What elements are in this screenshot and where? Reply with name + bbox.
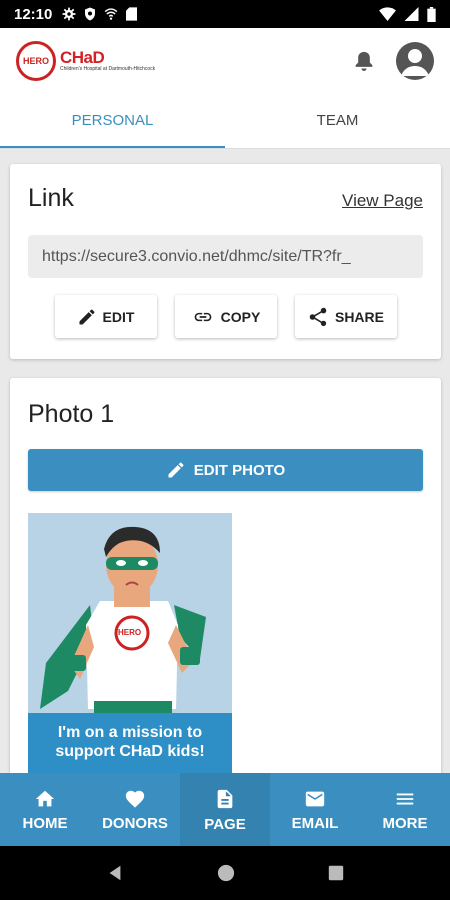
nav-more-label: MORE — [382, 814, 428, 832]
signal-icon — [404, 7, 419, 21]
share-button-label: SHARE — [334, 308, 384, 325]
share-button[interactable]: SHARE — [294, 295, 397, 338]
hero-photo[interactable]: HERO I'm on a mission to support CHaD ki… — [28, 513, 232, 783]
photo-card-title: Photo 1 — [28, 400, 115, 428]
heart-icon — [125, 790, 145, 808]
view-page-link[interactable]: View Page — [342, 191, 423, 211]
page-icon — [217, 789, 233, 808]
nav-home-label: HOME — [22, 814, 68, 832]
email-icon — [305, 791, 325, 806]
tab-personal[interactable]: PERSONAL — [0, 93, 225, 148]
nav-donors[interactable]: DONORS — [90, 773, 180, 846]
system-nav-bar — [0, 846, 450, 900]
banner-line-2: support CHaD kids! — [55, 743, 205, 761]
link-icon — [194, 312, 211, 321]
app-header: HERO CHaD Children's Hospital at Dartmou… — [0, 28, 450, 93]
back-icon[interactable] — [106, 864, 124, 882]
edit-photo-label: EDIT PHOTO — [193, 461, 286, 479]
nav-page-label: PAGE — [204, 815, 246, 833]
account-avatar[interactable] — [396, 41, 434, 80]
edit-photo-button[interactable]: EDIT PHOTO — [28, 449, 423, 491]
chad-hero-logo: HERO CHaD Children's Hospital at Dartmou… — [16, 40, 156, 81]
status-bar: 12:10 — [0, 0, 450, 28]
superhero-illustration — [40, 526, 206, 713]
settings-icon — [62, 7, 76, 21]
logo-brand: CHaD — [60, 48, 105, 67]
sd-card-icon — [126, 7, 138, 21]
pencil-icon — [168, 462, 184, 478]
menu-icon — [396, 793, 414, 804]
nav-donors-label: DONORS — [102, 814, 168, 832]
shield-icon — [85, 7, 96, 21]
bottom-nav: HOME DONORS PAGE EMAIL MORE — [0, 773, 450, 846]
copy-button[interactable]: COPY — [174, 295, 277, 338]
home-icon — [35, 790, 55, 806]
recents-icon[interactable] — [328, 865, 344, 881]
pencil-icon — [79, 308, 95, 324]
copy-button-label: COPY — [220, 308, 261, 325]
nav-home[interactable]: HOME — [0, 773, 90, 846]
photo-card: Photo 1 EDIT PHOTO HERO I'm on a mission… — [10, 378, 441, 798]
logo-subtitle: Children's Hospital at Dartmouth-Hitchco… — [60, 66, 156, 72]
nav-more[interactable]: MORE — [360, 773, 450, 846]
logo-badge: HERO — [16, 40, 56, 81]
nav-page[interactable]: PAGE — [180, 773, 270, 846]
notification-bell-icon[interactable] — [354, 50, 374, 72]
tab-bar: PERSONAL TEAM — [0, 93, 450, 149]
wifi-icon — [379, 7, 396, 21]
page-url-field[interactable]: https://secure3.convio.net/dhmc/site/TR?… — [28, 235, 423, 278]
nav-email-label: EMAIL — [291, 814, 339, 832]
banner-line-1: I'm on a mission to — [57, 724, 203, 741]
tab-team[interactable]: TEAM — [225, 93, 450, 148]
photo-badge: HERO — [118, 628, 142, 637]
home-circle-icon[interactable] — [217, 864, 235, 882]
nav-email[interactable]: EMAIL — [270, 773, 360, 846]
battery-icon — [427, 6, 436, 22]
status-time: 12:10 — [14, 5, 53, 23]
share-icon — [309, 307, 327, 326]
edit-button-label: EDIT — [102, 308, 135, 325]
link-card: Link View Page https://secure3.convio.ne… — [10, 164, 441, 359]
wifi-off-icon — [105, 8, 118, 20]
account-icon — [401, 48, 429, 76]
edit-button[interactable]: EDIT — [54, 295, 157, 338]
